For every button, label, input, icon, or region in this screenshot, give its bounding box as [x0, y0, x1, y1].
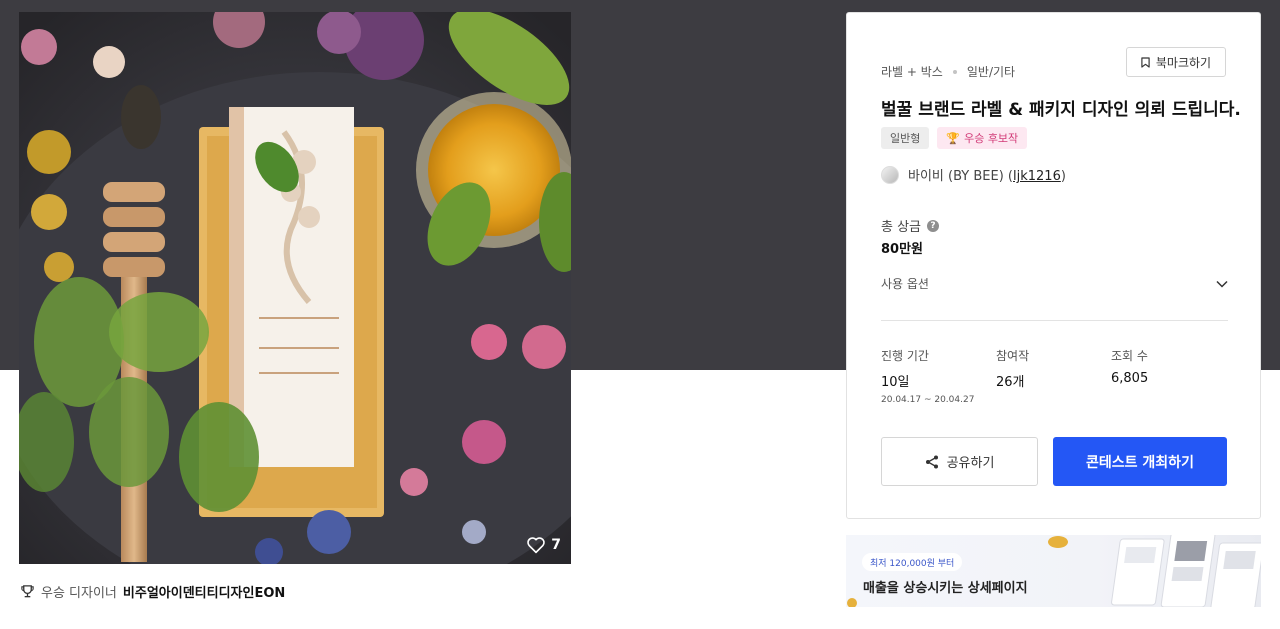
like-button[interactable]: 7: [526, 536, 561, 554]
avatar: [881, 165, 899, 184]
options-label: 사용 옵션: [881, 277, 929, 291]
like-count: 7: [551, 537, 561, 553]
total-prize-value: 80만원: [881, 242, 924, 257]
ad-price-chip: 최저 120,000원 부터: [862, 553, 963, 571]
contest-type-badge: 일반형: [881, 127, 930, 149]
chevron-down-icon: [1216, 280, 1228, 288]
winner-designer-label: 우승 디자이너: [41, 586, 117, 601]
ad-banner[interactable]: 최저 120,000원 부터 매출을 상승시키는 상세페이지: [846, 535, 1261, 607]
winner-designer: 우승 디자이너 비주얼아이덴티티디자인EON: [20, 582, 285, 601]
honey-package-photo: [19, 12, 571, 564]
total-prize-text: 총 상금: [881, 220, 922, 235]
stat-value: 6,805: [1111, 371, 1149, 386]
stat-label: 조회 수: [1111, 349, 1148, 363]
stat-value: 26개: [996, 375, 1025, 390]
contest-stats: 진행 기간 10일 20.04.17 ~ 20.04.27 참여작 26개 조회…: [881, 347, 1228, 405]
stat-label: 참여작: [996, 349, 1030, 363]
holder-close: ): [1060, 169, 1066, 184]
holder-id[interactable]: ljk1216: [1013, 169, 1061, 184]
bookmark-icon: [1141, 56, 1150, 68]
host-contest-button[interactable]: 콘테스트 개최하기: [1053, 437, 1227, 486]
contest-title: 벌꿀 브랜드 라벨 & 패키지 디자인 의뢰 드립니다.: [881, 100, 1241, 120]
trophy-icon: [21, 585, 34, 598]
stat-duration: 진행 기간 10일 20.04.17 ~ 20.04.27: [881, 347, 996, 405]
category-main[interactable]: 라벨 + 박스: [881, 63, 943, 80]
category-sub[interactable]: 일반/기타: [967, 63, 1015, 80]
share-icon: [925, 455, 938, 468]
divider: [881, 320, 1228, 321]
heart-outline-icon: [527, 537, 546, 554]
winner-candidate-label: 우승 후보작: [964, 132, 1019, 145]
trophy-icon: 🏆: [946, 131, 961, 145]
holder-name: 바이비 (BY BEE) (: [908, 169, 1013, 184]
holder-text: 바이비 (BY BEE) (ljk1216): [908, 165, 1066, 184]
contest-image[interactable]: 7: [19, 12, 571, 564]
winner-designer-name[interactable]: 비주얼아이덴티티디자인EON: [123, 582, 285, 601]
separator-dot: [952, 69, 957, 74]
share-label: 공유하기: [946, 456, 995, 471]
category-breadcrumb: 라벨 + 박스 일반/기타: [881, 63, 1015, 80]
stat-entries: 참여작 26개: [996, 347, 1111, 405]
badge-row: 일반형 🏆 우승 후보작: [881, 127, 1028, 149]
stat-views: 조회 수 6,805: [1111, 347, 1226, 405]
contest-info-panel: 라벨 + 박스 일반/기타 북마크하기 벌꿀 브랜드 라벨 & 패키지 디자인 …: [846, 12, 1261, 519]
options-dropdown[interactable]: 사용 옵션: [881, 275, 1228, 292]
stat-label: 진행 기간: [881, 349, 929, 363]
bookmark-button[interactable]: 북마크하기: [1126, 47, 1226, 77]
stat-date-range: 20.04.17 ~ 20.04.27: [881, 395, 975, 405]
winner-candidate-badge: 🏆 우승 후보작: [937, 127, 1028, 149]
ad-headline: 매출을 상승시키는 상세페이지: [863, 581, 1028, 596]
bookmark-label: 북마크하기: [1155, 55, 1212, 70]
contest-holder: 바이비 (BY BEE) (ljk1216): [881, 165, 1066, 184]
ad-illustration: [847, 535, 1261, 607]
total-prize-label: 총 상금 ?: [881, 216, 940, 235]
stat-value: 10일: [881, 375, 910, 390]
share-button[interactable]: 공유하기: [881, 437, 1038, 486]
help-icon[interactable]: ?: [927, 219, 940, 232]
